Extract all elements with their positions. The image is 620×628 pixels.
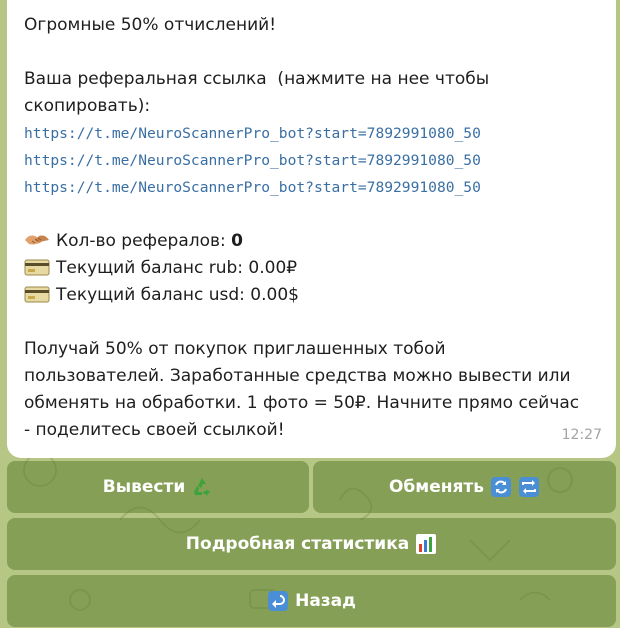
- withdraw-button[interactable]: Вывести: [7, 461, 309, 513]
- referrals-label: Кол-во рефералов:: [56, 231, 232, 251]
- stats-label: Подробная статистика: [185, 534, 410, 554]
- balance-rub-row: Текущий баланс rub: 0.00₽: [24, 255, 598, 282]
- footer-line3: обменять на обработки. 1 фото = 50₽. Нач…: [24, 393, 580, 413]
- referral-link-3[interactable]: https://t.me/NeuroScannerPro_bot?start=7…: [24, 174, 598, 201]
- repeat-icon: [519, 477, 539, 497]
- balance-usd-text: Текущий баланс usd: 0.00$: [56, 285, 299, 305]
- handshake-icon: [25, 235, 49, 245]
- referrals-value: 0: [231, 231, 244, 251]
- bar-chart-icon: [416, 534, 437, 554]
- credit-card-icon: [24, 286, 50, 303]
- referrals-count-row: Кол-во рефералов: 0: [24, 228, 598, 255]
- footer-line4: - поделитесь своей ссылкой!: [24, 420, 285, 440]
- referral-intro-line1: Ваша реферальная ссылка (нажмите на нее …: [24, 69, 490, 89]
- balance-usd-row: Текущий баланс usd: 0.00$: [24, 282, 598, 309]
- withdraw-label: Вывести: [102, 477, 186, 497]
- detailed-stats-button[interactable]: Подробная статистика: [7, 518, 616, 570]
- back-button[interactable]: Назад: [7, 575, 616, 627]
- referral-link-1[interactable]: https://t.me/NeuroScannerPro_bot?start=7…: [24, 120, 598, 147]
- referral-link-2[interactable]: https://t.me/NeuroScannerPro_bot?start=7…: [24, 147, 598, 174]
- footer-line1: Получай 50% от покупок приглашенных тобо…: [24, 339, 446, 359]
- credit-card-icon: [24, 259, 50, 276]
- footer-line2: пользователей. Заработанные средства мож…: [24, 366, 571, 386]
- referral-message: Огромные 50% отчислений! Ваша реферальна…: [7, 0, 616, 458]
- return-arrow-icon: [268, 591, 289, 611]
- referral-intro-line2: скопировать):: [24, 96, 151, 116]
- balance-rub-text: Текущий баланс rub: 0.00₽: [56, 258, 298, 278]
- exchange-label: Обменять: [388, 477, 484, 497]
- message-heading: Огромные 50% отчислений!: [24, 15, 277, 35]
- message-time: 12:27: [561, 427, 602, 443]
- exchange-button[interactable]: Обменять: [313, 461, 616, 513]
- recycle-icon: [194, 478, 211, 496]
- refresh-icon: [491, 477, 511, 497]
- back-label: Назад: [295, 591, 356, 611]
